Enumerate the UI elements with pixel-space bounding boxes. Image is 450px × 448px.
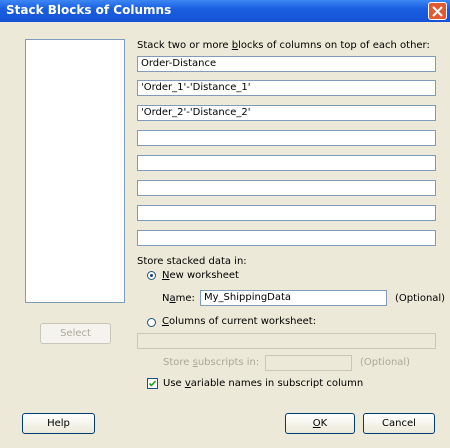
- instructions-label: Stack two or more blocks of columns on t…: [137, 40, 430, 51]
- column-list[interactable]: [25, 39, 125, 303]
- dialog-title: Stack Blocks of Columns: [6, 3, 172, 17]
- block-field-6[interactable]: [137, 180, 436, 196]
- cancel-button[interactable]: Cancel: [363, 413, 435, 434]
- title-bar: Stack Blocks of Columns: [0, 0, 450, 22]
- select-button[interactable]: Select: [40, 323, 111, 344]
- close-icon: [432, 6, 443, 17]
- block-field-1[interactable]: Order-Distance: [137, 56, 436, 72]
- name-field[interactable]: My_ShippingData: [200, 290, 387, 306]
- subscripts-field[interactable]: [265, 355, 352, 371]
- block-field-5[interactable]: [137, 155, 436, 171]
- block-field-4[interactable]: [137, 130, 436, 146]
- block-field-7[interactable]: [137, 205, 436, 221]
- current-worksheet-label: Columns of current worksheet:: [162, 316, 317, 327]
- close-button[interactable]: [428, 2, 447, 20]
- ok-button[interactable]: OK: [285, 413, 355, 434]
- help-button[interactable]: Help: [22, 413, 95, 434]
- block-field-3[interactable]: 'Order_2'-'Distance_2': [137, 105, 436, 121]
- store-heading: Store stacked data in:: [137, 256, 247, 267]
- checkmark-icon: [148, 380, 157, 387]
- block-field-2[interactable]: 'Order_1'-'Distance_1': [137, 80, 436, 96]
- use-varnames-checkbox[interactable]: [147, 378, 158, 389]
- new-worksheet-label: New worksheet: [162, 270, 239, 281]
- subscripts-optional-label: (Optional): [360, 357, 411, 368]
- use-varnames-label: Use variable names in subscript column: [163, 378, 364, 389]
- name-label: Name:: [162, 293, 195, 304]
- current-worksheet-radio[interactable]: [147, 318, 156, 327]
- current-worksheet-field[interactable]: [137, 333, 436, 349]
- subscripts-label: Store subscripts in:: [163, 357, 260, 368]
- stack-blocks-dialog: Stack Blocks of Columns Stack two or mor…: [0, 0, 450, 448]
- name-optional-label: (Optional): [395, 293, 446, 304]
- block-field-8[interactable]: [137, 230, 436, 246]
- new-worksheet-radio[interactable]: [147, 271, 156, 280]
